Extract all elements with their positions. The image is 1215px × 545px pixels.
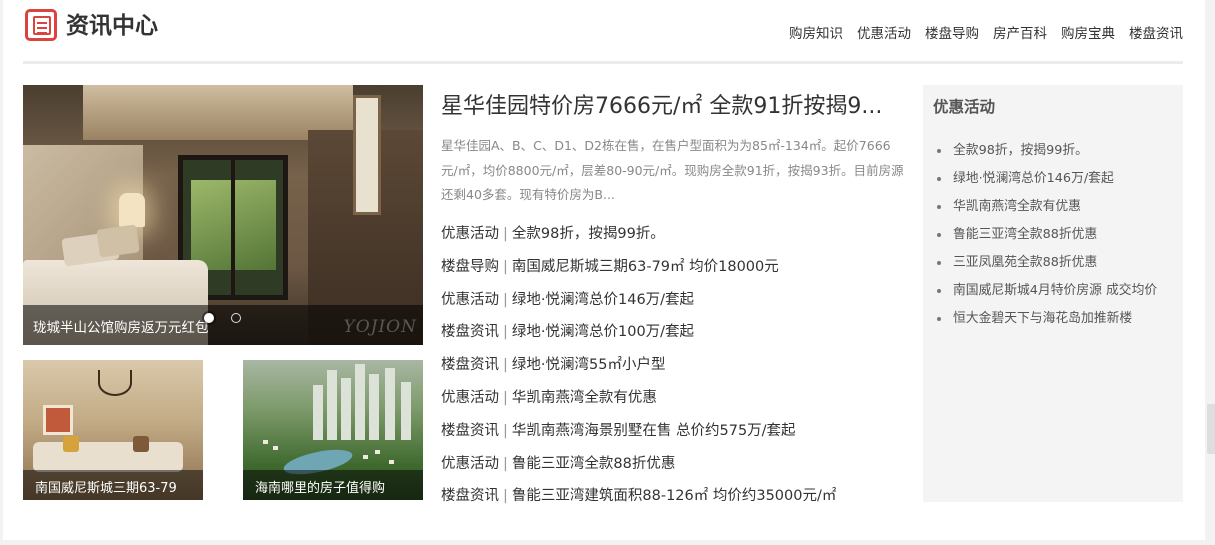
news-category[interactable]: 楼盘资讯 xyxy=(441,357,499,373)
sidebar-item[interactable]: 南国威尼斯城4月特价房源 成交均价 xyxy=(935,277,1157,305)
watermark: YOJION xyxy=(343,317,417,337)
section-title: 资讯中心 xyxy=(66,13,158,39)
sidebar-item[interactable]: 全款98折，按揭99折。 xyxy=(935,137,1157,165)
sidebar-item[interactable]: 鲁能三亚湾全款88折优惠 xyxy=(935,221,1157,249)
news-separator: | xyxy=(503,422,508,439)
news-separator: | xyxy=(503,258,508,275)
news-category[interactable]: 楼盘资讯 xyxy=(441,488,499,504)
news-separator: | xyxy=(503,291,508,308)
news-separator: | xyxy=(503,357,508,374)
slide-dot-1[interactable] xyxy=(204,313,214,323)
news-title[interactable]: 鲁能三亚湾全款88折优惠 xyxy=(512,456,675,472)
nav-item-promotions[interactable]: 优惠活动 xyxy=(857,24,911,44)
thumbnail-aerial-view[interactable]: 海南哪里的房子值得购 xyxy=(243,360,423,500)
nav-item-buying-knowledge[interactable]: 购房知识 xyxy=(789,24,843,44)
sidebar-item[interactable]: 三亚凤凰苑全款88折优惠 xyxy=(935,249,1157,277)
news-title[interactable]: 华凯南燕湾海景别墅在售 总价约575万/套起 xyxy=(512,423,796,439)
slideshow-caption-bar: 珑城半山公馆购房返万元红包 YOJION xyxy=(23,305,423,345)
nav-item-property-news[interactable]: 楼盘资讯 xyxy=(1129,24,1183,44)
news-title[interactable]: 绿地·悦澜湾55㎡小户型 xyxy=(512,357,666,373)
news-separator: | xyxy=(503,488,508,505)
news-separator: | xyxy=(503,455,508,472)
thumbnail-caption[interactable]: 海南哪里的房子值得购 xyxy=(255,477,385,496)
sidebar-list: 全款98折，按揭99折。 绿地·悦澜湾总价146万/套起 华凯南燕湾全款有优惠 … xyxy=(935,137,1157,333)
news-category[interactable]: 楼盘导购 xyxy=(441,259,499,275)
nav-item-buying-handbook[interactable]: 购房宝典 xyxy=(1061,24,1115,44)
sidebar-item[interactable]: 华凯南燕湾全款有优惠 xyxy=(935,193,1157,221)
news-item[interactable]: 优惠活动 | 鲁能三亚湾全款88折优惠 xyxy=(441,448,836,481)
news-category[interactable]: 优惠活动 xyxy=(441,226,499,242)
news-item[interactable]: 优惠活动 | 华凯南燕湾全款有优惠 xyxy=(441,382,836,415)
news-item[interactable]: 楼盘资讯 | 华凯南燕湾海景别墅在售 总价约575万/套起 xyxy=(441,415,836,448)
news-title[interactable]: 全款98折，按揭99折。 xyxy=(512,226,665,242)
news-separator: | xyxy=(503,226,508,242)
slide-dot-2[interactable] xyxy=(231,313,241,323)
news-item[interactable]: 楼盘资讯 | 绿地·悦澜湾总价100万/套起 xyxy=(441,316,836,349)
nav-item-real-estate-wiki[interactable]: 房产百科 xyxy=(993,24,1047,44)
sidebar-item[interactable]: 绿地·悦澜湾总价146万/套起 xyxy=(935,165,1157,193)
nav-item-property-guide[interactable]: 楼盘导购 xyxy=(925,24,979,44)
news-separator: | xyxy=(503,389,508,406)
news-list: 优惠活动 | 全款98折，按揭99折。 楼盘导购 | 南国威尼斯城三期63-79㎡ 均价… xyxy=(441,218,836,513)
promotions-sidebar: 优惠活动 全款98折，按揭99折。 绿地·悦澜湾总价146万/套起 华凯南燕湾全… xyxy=(923,85,1183,502)
category-nav: 购房知识 优惠活动 楼盘导购 房产百科 购房宝典 楼盘资讯 xyxy=(789,24,1183,44)
slideshow-caption[interactable]: 珑城半山公馆购房返万元红包 xyxy=(33,316,209,336)
news-separator: | xyxy=(503,324,508,341)
news-item[interactable]: 楼盘资讯 | 鲁能三亚湾建筑面积88-126㎡ 均价约35000元/㎡ xyxy=(441,480,836,513)
news-category[interactable]: 优惠活动 xyxy=(441,292,499,308)
thumbnail-caption-bar: 南国威尼斯城三期63-79 xyxy=(23,470,203,500)
sidebar-title: 优惠活动 xyxy=(933,98,996,116)
headline-summary: 星华佳园A、B、C、D1、D2栋在售，在售户型面积为为85㎡-134㎡。起价76… xyxy=(441,138,904,202)
news-item[interactable]: 楼盘导购 | 南国威尼斯城三期63-79㎡ 均价18000元 xyxy=(441,251,836,284)
newspaper-icon xyxy=(25,9,57,41)
thumbnail-caption-bar: 海南哪里的房子值得购 xyxy=(243,470,423,500)
news-item[interactable]: 优惠活动 | 全款98折，按揭99折。 xyxy=(441,218,836,251)
header-divider xyxy=(23,61,1183,64)
news-title[interactable]: 鲁能三亚湾建筑面积88-126㎡ 均价约35000元/㎡ xyxy=(512,488,836,504)
news-center-panel: 资讯中心 购房知识 优惠活动 楼盘导购 房产百科 购房宝典 楼盘资讯 珑城半山公… xyxy=(3,0,1205,540)
page-scroll-handle[interactable] xyxy=(1207,404,1215,454)
news-item[interactable]: 楼盘资讯 | 绿地·悦澜湾55㎡小户型 xyxy=(441,349,836,382)
news-category[interactable]: 优惠活动 xyxy=(441,456,499,472)
news-item[interactable]: 优惠活动 | 绿地·悦澜湾总价146万/套起 xyxy=(441,284,836,317)
news-title[interactable]: 绿地·悦澜湾总价100万/套起 xyxy=(512,324,694,340)
news-category[interactable]: 楼盘资讯 xyxy=(441,423,499,439)
news-title[interactable]: 绿地·悦澜湾总价146万/套起 xyxy=(512,292,694,308)
thumbnail-living-room[interactable]: 南国威尼斯城三期63-79 xyxy=(23,360,203,500)
sidebar-item[interactable]: 恒大金碧天下与海花岛加推新楼 xyxy=(935,305,1157,333)
headline-title[interactable]: 星华佳园特价房7666元/㎡ 全款91折按揭9... xyxy=(441,91,913,123)
thumbnail-caption[interactable]: 南国威尼斯城三期63-79 xyxy=(35,477,177,496)
featured-slideshow[interactable]: 珑城半山公馆购房返万元红包 YOJION xyxy=(23,85,423,345)
news-category[interactable]: 优惠活动 xyxy=(441,390,499,406)
news-category[interactable]: 楼盘资讯 xyxy=(441,324,499,340)
news-title[interactable]: 华凯南燕湾全款有优惠 xyxy=(512,390,657,406)
news-title[interactable]: 南国威尼斯城三期63-79㎡ 均价18000元 xyxy=(512,259,779,275)
